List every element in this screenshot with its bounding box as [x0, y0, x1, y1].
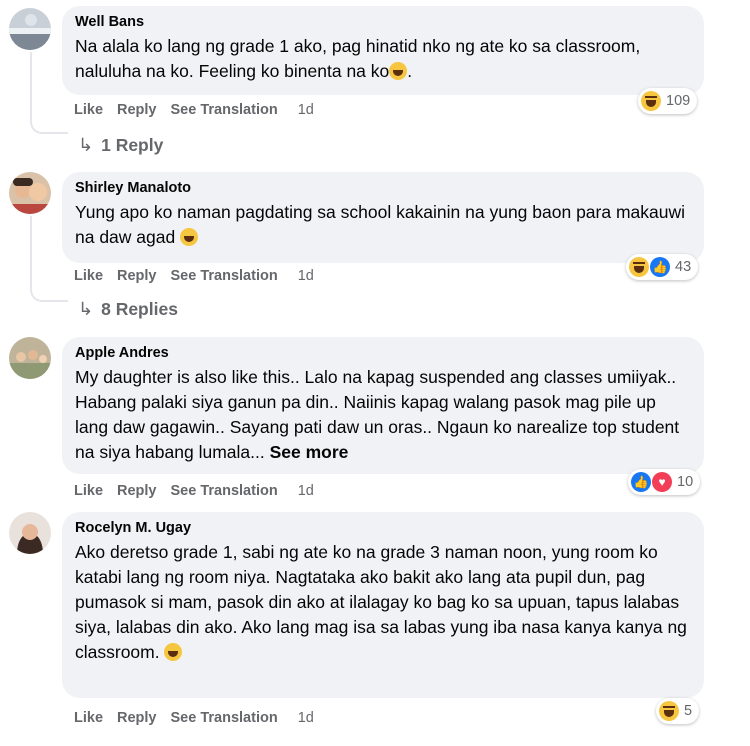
reaction-count: 109 — [666, 93, 691, 109]
comment-actions: Like Reply See Translation 1d — [74, 710, 328, 726]
see-translation-button[interactable]: See Translation — [171, 710, 278, 726]
commenter-name[interactable]: Shirley Manaloto — [75, 180, 690, 196]
love-reaction-icon: ♥ — [652, 472, 672, 492]
like-button[interactable]: Like — [74, 102, 103, 118]
comment-text: My daughter is also like this.. Lalo na … — [75, 367, 680, 462]
replies-label: 8 Replies — [101, 299, 178, 319]
comment-actions: Like Reply See Translation 1d — [74, 483, 328, 499]
comment-text: Ako deretso grade 1, sabi ng ate ko na g… — [75, 542, 687, 662]
commenter-name[interactable]: Rocelyn M. Ugay — [75, 520, 690, 536]
comment-rocelyn-m-ugay: Rocelyn M. Ugay Ako deretso grade 1, sab… — [0, 508, 750, 746]
reply-button[interactable]: Reply — [117, 483, 157, 499]
like-button[interactable]: Like — [74, 483, 103, 499]
comment-bubble: Well Bans Na alala ko lang ng grade 1 ak… — [62, 6, 704, 95]
avatar[interactable] — [9, 512, 51, 554]
avatar[interactable] — [9, 337, 51, 379]
view-replies-link[interactable]: ↳ 8 Replies — [78, 299, 178, 320]
timestamp[interactable]: 1d — [298, 102, 314, 118]
avatar[interactable] — [9, 172, 51, 214]
reaction-summary[interactable]: 109 — [638, 88, 698, 114]
comment-well-bans: Well Bans Na alala ko lang ng grade 1 ak… — [0, 0, 750, 160]
reply-button[interactable]: Reply — [117, 268, 157, 284]
haha-icon — [659, 701, 679, 721]
timestamp[interactable]: 1d — [298, 268, 314, 284]
haha-icon — [629, 257, 649, 277]
like-reaction-icon: 👍 — [631, 472, 651, 492]
timestamp[interactable]: 1d — [298, 483, 314, 499]
haha-icon — [641, 91, 661, 111]
reaction-count: 5 — [684, 703, 693, 719]
replies-label: 1 Reply — [101, 135, 164, 155]
avatar[interactable] — [9, 8, 51, 50]
view-replies-link[interactable]: ↳ 1 Reply — [78, 135, 163, 156]
like-button[interactable]: Like — [74, 710, 103, 726]
reaction-summary[interactable]: 5 — [656, 698, 700, 724]
reply-arrow-icon: ↳ — [78, 299, 94, 319]
comment-apple-andres: Apple Andres My daughter is also like th… — [0, 333, 750, 513]
reply-button[interactable]: Reply — [117, 710, 157, 726]
rofl-emoji-icon — [180, 228, 199, 246]
sad-emoji-icon — [164, 643, 183, 661]
comment-actions: Like Reply See Translation 1d — [74, 268, 328, 284]
like-button[interactable]: Like — [74, 268, 103, 284]
see-translation-button[interactable]: See Translation — [171, 483, 278, 499]
comment-actions: Like Reply See Translation 1d — [74, 102, 328, 118]
reply-button[interactable]: Reply — [117, 102, 157, 118]
timestamp[interactable]: 1d — [298, 710, 314, 726]
reaction-count: 43 — [675, 259, 692, 275]
laughing-crying-emoji-icon — [389, 62, 408, 80]
reaction-summary[interactable]: 👍 ♥ 10 — [628, 469, 701, 495]
reaction-summary[interactable]: 👍 43 — [626, 254, 699, 280]
commenter-name[interactable]: Apple Andres — [75, 345, 690, 361]
reply-arrow-icon: ↳ — [78, 135, 94, 155]
reaction-count: 10 — [677, 474, 694, 490]
commenter-name[interactable]: Well Bans — [75, 14, 690, 30]
comment-text: Yung apo ko naman pagdating sa school ka… — [75, 202, 686, 247]
like-reaction-icon: 👍 — [650, 257, 670, 277]
see-translation-button[interactable]: See Translation — [171, 102, 278, 118]
comment-shirley-manaloto: Shirley Manaloto Yung apo ko naman pagda… — [0, 168, 750, 328]
comment-bubble: Shirley Manaloto Yung apo ko naman pagda… — [62, 172, 704, 263]
see-more-link[interactable]: See more — [270, 442, 349, 462]
comment-bubble: Rocelyn M. Ugay Ako deretso grade 1, sab… — [62, 512, 704, 698]
comment-bubble: Apple Andres My daughter is also like th… — [62, 337, 704, 474]
see-translation-button[interactable]: See Translation — [171, 268, 278, 284]
comment-text: Na alala ko lang ng grade 1 ako, pag hin… — [75, 36, 641, 81]
